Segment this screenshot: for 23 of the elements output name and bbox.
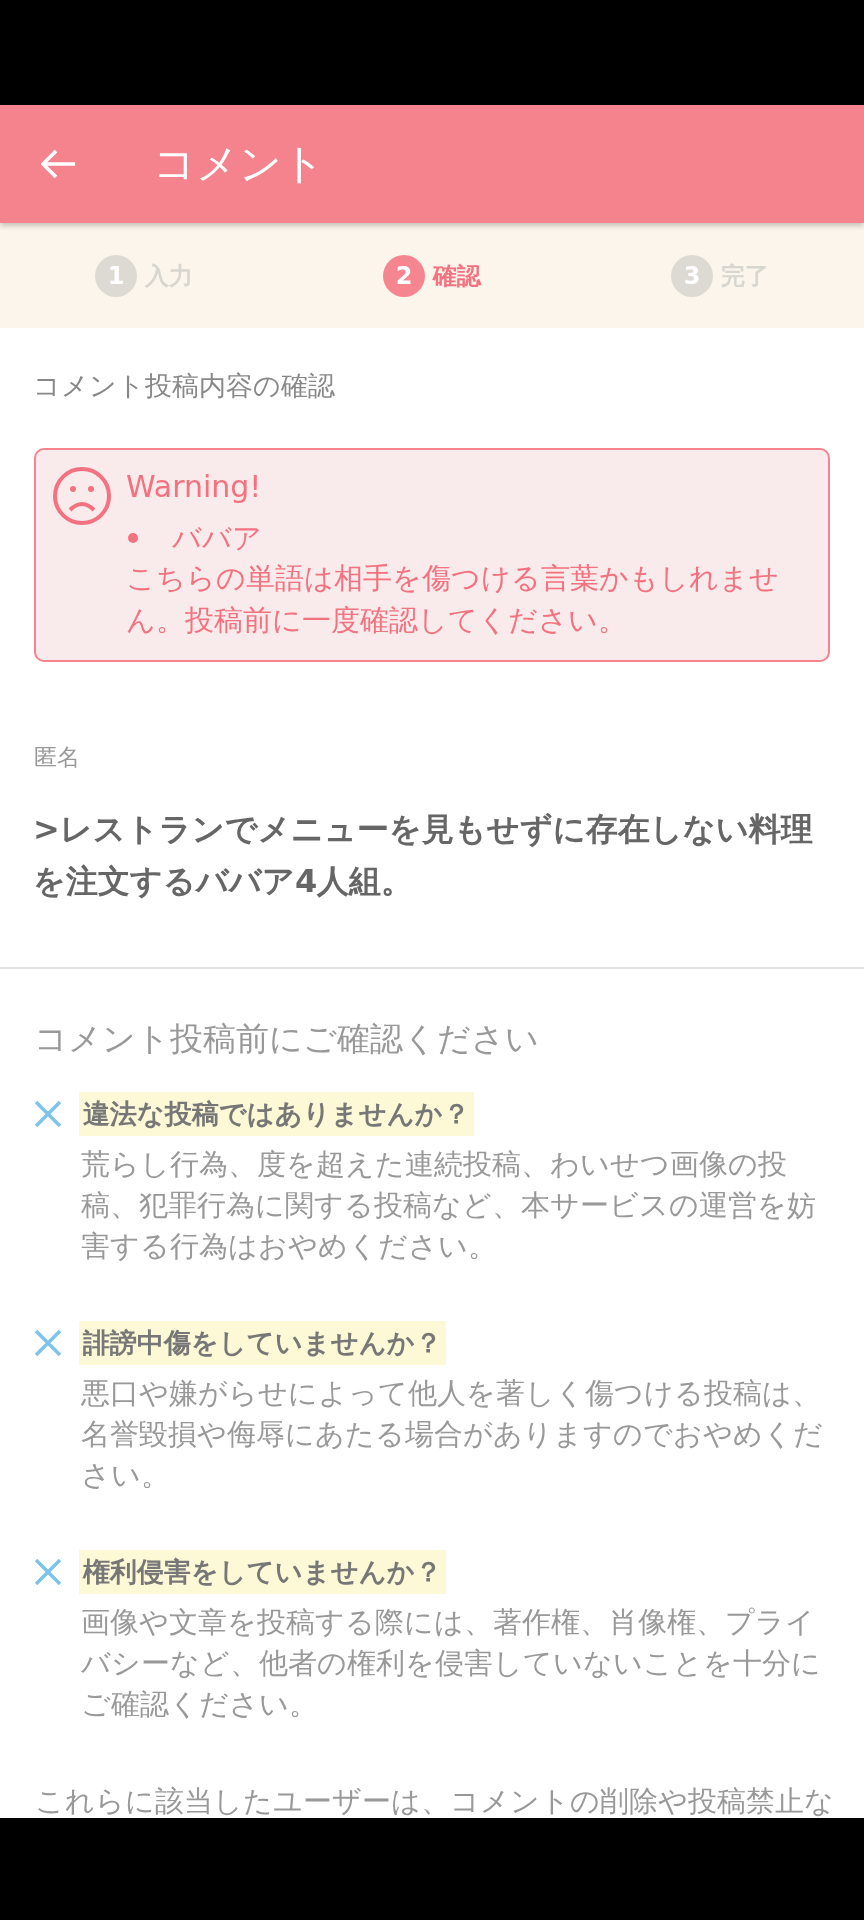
step-label: 確認 [433, 260, 481, 292]
guideline-question: 違法な投稿ではありませんか？ [79, 1092, 474, 1136]
comment-text: >レストランでメニューを見もせずに存在しない料理を注文するババア4人組。 [32, 809, 814, 902]
guidelines-title: コメント投稿前にご確認ください [33, 1018, 540, 1060]
cross-icon [34, 1558, 62, 1586]
cross-icon [34, 1329, 62, 1357]
guideline-text: 画像や文章を投稿する際には、著作権、肖像権、プライバシーなど、他者の権利を侵害していないことを十分にご確認ください。 [80, 1605, 822, 1723]
warning-message: こちらの単語は相手を傷つける言葉かもしれません。投稿前に一度確認してください。 [126, 561, 780, 639]
screen-title: コメント [153, 138, 325, 190]
section-title: コメント投稿内容の確認 [32, 369, 336, 403]
guideline-question: 誹謗中傷をしていませんか？ [79, 1321, 446, 1365]
guideline-question: 権利侵害をしていませんか？ [79, 1550, 446, 1594]
guideline-text: 悪口や嫌がらせによって他人を著しく傷つける投稿は、名誉毀損や侮辱にあたる場合がありますのでおやめください。 [80, 1376, 824, 1494]
warning-title: Warning! [126, 468, 263, 506]
cross-icon [34, 1100, 62, 1128]
sad-face-icon [52, 466, 112, 526]
step-number: 2 [383, 254, 425, 297]
footer-note: これらに該当したユーザーは、コメントの削除や投稿禁止な [34, 1784, 835, 1818]
author-name: 匿名 [34, 743, 81, 772]
guideline-text: 荒らし行為、度を超えた連続投稿、わいせつ画像の投稿、犯罪行為に関する投稿など、本サービスの運営を妨害する行為はおやめください。 [80, 1147, 817, 1265]
flagged-word: ババア [172, 520, 262, 557]
back-arrow-icon[interactable] [41, 149, 77, 179]
bullet-icon [128, 533, 138, 543]
